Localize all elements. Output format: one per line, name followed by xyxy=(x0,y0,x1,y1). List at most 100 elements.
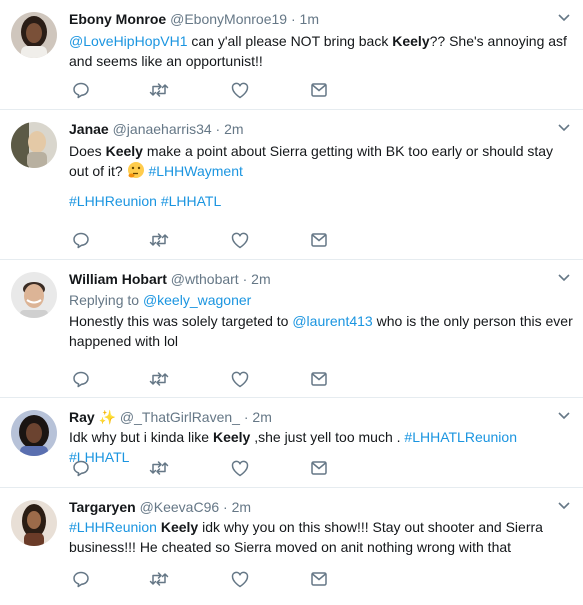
heart-icon xyxy=(231,232,249,248)
tweet-header: Ray ✨ @_ThatGirlRaven_ · 2m xyxy=(69,408,573,426)
envelope-icon xyxy=(311,572,327,586)
retweet-icon xyxy=(149,233,169,247)
avatar[interactable] xyxy=(11,12,57,58)
mention-link[interactable]: @LoveHipHopVH1 xyxy=(69,33,188,49)
chevron-down-icon[interactable] xyxy=(558,412,570,420)
reply-button[interactable] xyxy=(71,230,91,250)
tweet[interactable]: Ray ✨ @_ThatGirlRaven_ · 2m Idk why but … xyxy=(0,398,583,488)
chevron-down-icon[interactable] xyxy=(558,14,570,22)
envelope-icon xyxy=(311,233,327,247)
tweet-text: Honestly this was solely targeted to @la… xyxy=(69,311,573,351)
retweet-icon xyxy=(149,572,169,586)
display-name[interactable]: William Hobart xyxy=(69,271,167,287)
timestamp[interactable]: 2m xyxy=(232,499,251,515)
hashtag-link[interactable]: #LHHWayment xyxy=(148,163,242,179)
like-button[interactable] xyxy=(230,230,250,250)
user-handle[interactable]: @EbonyMonroe19 xyxy=(170,11,287,27)
display-name[interactable]: Ray xyxy=(69,409,95,425)
avatar[interactable] xyxy=(11,500,57,546)
avatar-man-icon xyxy=(11,272,57,318)
tweet-header: Janae @janaeharris34 · 2m xyxy=(69,120,573,138)
hashtag-link[interactable]: #LHHATLReunion xyxy=(404,429,517,445)
reply-button[interactable] xyxy=(71,369,91,389)
tweet-header: Targaryen @KeevaC96 · 2m xyxy=(69,498,573,516)
text-segment: Does xyxy=(69,143,106,159)
tweet[interactable]: William Hobart @wthobart · 2m Replying t… xyxy=(0,260,583,398)
tweet-actions xyxy=(69,230,349,250)
retweet-button[interactable] xyxy=(149,369,169,389)
chevron-down-icon[interactable] xyxy=(558,124,570,132)
text-segment: ,she just yell too much . xyxy=(250,429,405,445)
retweet-icon xyxy=(149,461,169,475)
reply-icon xyxy=(73,371,89,388)
tweet[interactable]: Janae @janaeharris34 · 2m Does Keely mak… xyxy=(0,110,583,260)
avatar[interactable] xyxy=(11,272,57,318)
retweet-button[interactable] xyxy=(149,458,169,478)
tweet-actions xyxy=(69,369,349,389)
keyword-highlight: Keely xyxy=(212,429,251,445)
user-handle[interactable]: @janaeharris34 xyxy=(113,121,212,137)
retweet-icon xyxy=(149,83,169,97)
tweet-actions xyxy=(69,80,349,100)
user-handle[interactable]: @wthobart xyxy=(171,271,239,287)
direct-message-button[interactable] xyxy=(309,80,329,100)
timestamp[interactable]: 1m xyxy=(300,11,319,27)
reply-button[interactable] xyxy=(71,458,91,478)
timestamp[interactable]: 2m xyxy=(224,121,243,137)
timestamp[interactable]: 2m xyxy=(252,409,271,425)
avatar-woman-icon xyxy=(11,12,57,58)
text-segment: ?? She's annoying asf xyxy=(429,33,567,49)
timestamp[interactable]: 2m xyxy=(251,271,270,287)
tweet[interactable]: Targaryen @KeevaC96 · 2m #LHHReunion Kee… xyxy=(0,488,583,605)
avatar[interactable] xyxy=(11,410,57,456)
separator-dot: · xyxy=(215,121,221,137)
hashtag-link[interactable]: #LHHReunion xyxy=(69,193,157,209)
heart-icon xyxy=(231,460,249,476)
retweet-button[interactable] xyxy=(149,80,169,100)
retweet-button[interactable] xyxy=(149,230,169,250)
replying-to-label: Replying to xyxy=(69,292,143,308)
hashtag-link[interactable]: #LHHReunion xyxy=(69,519,157,535)
user-handle[interactable]: @KeevaC96 xyxy=(140,499,220,515)
reply-button[interactable] xyxy=(71,80,91,100)
envelope-icon xyxy=(311,461,327,475)
mention-link[interactable]: @laurent413 xyxy=(292,313,372,329)
display-name[interactable]: Janae xyxy=(69,121,109,137)
direct-message-button[interactable] xyxy=(309,569,329,589)
like-button[interactable] xyxy=(230,80,250,100)
text-segment: can y'all please NOT bring back xyxy=(187,33,393,49)
text-segment: and seems like an opportunist!! xyxy=(69,53,263,69)
avatar-woman-icon xyxy=(11,410,57,456)
display-name[interactable]: Ebony Monroe xyxy=(69,11,166,27)
text-segment: business!!! He cheated so Sierra moved o… xyxy=(69,539,512,555)
retweet-button[interactable] xyxy=(149,569,169,589)
keyword-highlight: Keely xyxy=(105,143,143,159)
avatar[interactable] xyxy=(11,122,57,168)
hashtag-link[interactable]: #LHHATL xyxy=(161,193,221,209)
direct-message-button[interactable] xyxy=(309,230,329,250)
display-name[interactable]: Targaryen xyxy=(69,499,136,515)
separator-dot: · xyxy=(243,409,249,425)
like-button[interactable] xyxy=(230,458,250,478)
tweet-header: William Hobart @wthobart · 2m xyxy=(69,270,573,288)
like-button[interactable] xyxy=(230,569,250,589)
tweet[interactable]: Ebony Monroe @EbonyMonroe19 · 1m @LoveHi… xyxy=(0,0,583,110)
user-handle[interactable]: @_ThatGirlRaven_ xyxy=(120,409,240,425)
direct-message-button[interactable] xyxy=(309,458,329,478)
sparkles-icon: ✨ xyxy=(98,409,117,425)
chevron-down-icon[interactable] xyxy=(558,502,570,510)
envelope-icon xyxy=(311,372,327,386)
avatar-woman-icon xyxy=(11,500,57,546)
reply-icon xyxy=(73,82,89,99)
like-button[interactable] xyxy=(230,369,250,389)
retweet-icon xyxy=(149,372,169,386)
separator-dot: · xyxy=(242,271,248,287)
reply-button[interactable] xyxy=(71,569,91,589)
tweet-text: @LoveHipHopVH1 can y'all please NOT brin… xyxy=(69,31,573,71)
envelope-icon xyxy=(311,83,327,97)
direct-message-button[interactable] xyxy=(309,369,329,389)
chevron-down-icon[interactable] xyxy=(558,274,570,282)
keyword-highlight: Keely xyxy=(392,33,430,49)
mention-link[interactable]: @keely_wagoner xyxy=(143,292,251,308)
separator-dot: · xyxy=(290,11,296,27)
